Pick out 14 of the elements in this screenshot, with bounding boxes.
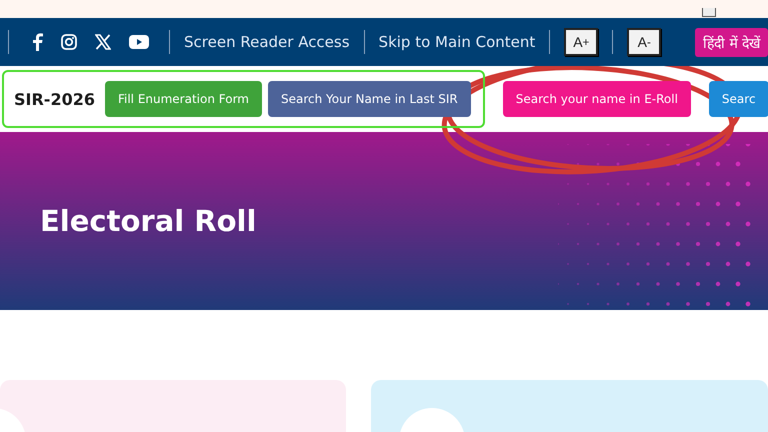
sir-label: SIR-2026	[14, 90, 95, 108]
page-title: Electoral Roll	[40, 204, 256, 238]
x-logo-icon[interactable]	[95, 34, 111, 50]
sir-button[interactable]: Search Your Name in Last SIR	[268, 81, 471, 117]
language-button[interactable]: हिंदी में देखें	[695, 28, 768, 56]
action-button[interactable]: Search your name in E-Roll	[502, 81, 691, 117]
action-button[interactable]: Searc	[708, 81, 768, 117]
instagram-icon[interactable]	[61, 34, 77, 50]
window-icon	[702, 8, 716, 17]
nav-link[interactable]: Screen Reader Access	[184, 33, 350, 51]
facebook-icon[interactable]	[31, 33, 43, 51]
nav-link[interactable]: Skip to Main Content	[378, 33, 536, 51]
sir-button[interactable]: Fill Enumeration Form	[104, 81, 262, 117]
play-icon[interactable]	[129, 35, 149, 49]
